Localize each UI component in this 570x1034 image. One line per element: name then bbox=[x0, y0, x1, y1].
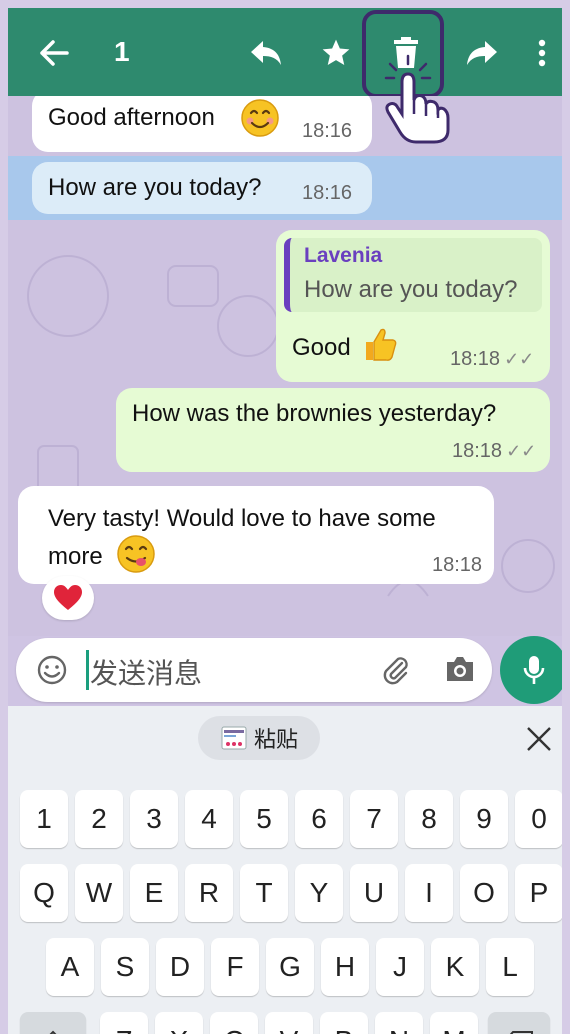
message-text: How was the brownies yesterday? bbox=[132, 400, 497, 427]
star-icon[interactable] bbox=[316, 32, 356, 74]
message-text: Good bbox=[292, 334, 351, 361]
key-7[interactable]: 7 bbox=[350, 790, 398, 848]
key-4[interactable]: 4 bbox=[185, 790, 233, 848]
key-p[interactable]: P bbox=[515, 864, 562, 922]
selected-count: 1 bbox=[114, 36, 130, 67]
key-d[interactable]: D bbox=[156, 938, 204, 996]
time-value: 18:18 bbox=[450, 348, 501, 370]
key-u[interactable]: U bbox=[350, 864, 398, 922]
message-time: 18:18 ✓✓ bbox=[450, 348, 534, 371]
voice-record-button[interactable] bbox=[500, 636, 562, 704]
key-a[interactable]: A bbox=[46, 938, 94, 996]
key-1[interactable]: 1 bbox=[20, 790, 68, 848]
smiling-face-emoji-icon bbox=[240, 98, 280, 145]
soft-keyboard: 粘贴 1234567890 QWERTYUIOP ASDFGHJKL ZXCVBNM bbox=[8, 706, 562, 1034]
key-3[interactable]: 3 bbox=[130, 790, 178, 848]
selection-action-bar: 1 bbox=[8, 8, 562, 96]
message-time: 18:18 ✓✓ bbox=[452, 440, 536, 463]
key-9[interactable]: 9 bbox=[460, 790, 508, 848]
paste-button[interactable]: 粘贴 bbox=[198, 716, 320, 760]
message-bubble-incoming[interactable]: Good afternoon 18:16 bbox=[32, 96, 372, 152]
close-keyboard-toolbar-icon[interactable] bbox=[524, 724, 554, 754]
shift-key[interactable] bbox=[20, 1012, 86, 1034]
message-bubble-incoming[interactable]: Very tasty! Would love to have some more… bbox=[18, 486, 494, 584]
quoted-author: Lavenia bbox=[304, 244, 383, 267]
message-text: Good afternoon bbox=[48, 104, 215, 131]
message-time: 18:18 bbox=[432, 554, 483, 576]
key-0[interactable]: 0 bbox=[515, 790, 562, 848]
key-w[interactable]: W bbox=[75, 864, 123, 922]
key-5[interactable]: 5 bbox=[240, 790, 288, 848]
key-s[interactable]: S bbox=[101, 938, 149, 996]
key-b[interactable]: B bbox=[320, 1012, 368, 1034]
key-c[interactable]: C bbox=[210, 1012, 258, 1034]
key-y[interactable]: Y bbox=[295, 864, 343, 922]
key-z[interactable]: Z bbox=[100, 1012, 148, 1034]
clipboard-icon bbox=[221, 726, 247, 750]
message-text: How are you today? bbox=[48, 174, 262, 201]
quoted-text: How are you today? bbox=[304, 276, 518, 303]
camera-icon[interactable] bbox=[444, 654, 476, 689]
key-r[interactable]: R bbox=[185, 864, 233, 922]
key-f[interactable]: F bbox=[211, 938, 259, 996]
message-text: Very tasty! Would love to have some more bbox=[48, 505, 436, 570]
message-bubble-incoming-selected[interactable]: How are you today? 18:16 bbox=[32, 162, 372, 214]
key-o[interactable]: O bbox=[460, 864, 508, 922]
key-k[interactable]: K bbox=[431, 938, 479, 996]
forward-icon[interactable] bbox=[462, 32, 502, 74]
key-t[interactable]: T bbox=[240, 864, 288, 922]
double-check-icon: ✓✓ bbox=[506, 441, 537, 461]
key-6[interactable]: 6 bbox=[295, 790, 343, 848]
key-2[interactable]: 2 bbox=[75, 790, 123, 848]
key-g[interactable]: G bbox=[266, 938, 314, 996]
double-check-icon: ✓✓ bbox=[504, 349, 535, 369]
key-i[interactable]: I bbox=[405, 864, 453, 922]
text-cursor bbox=[86, 650, 89, 690]
message-input[interactable]: 发送消息 bbox=[16, 638, 492, 702]
message-input-placeholder: 发送消息 bbox=[90, 658, 203, 689]
yum-face-emoji-icon bbox=[116, 534, 156, 581]
time-value: 18:18 bbox=[452, 440, 503, 462]
key-8[interactable]: 8 bbox=[405, 790, 453, 848]
emoji-picker-icon[interactable] bbox=[36, 654, 68, 691]
message-bubble-outgoing[interactable]: Lavenia How are you today? Good 18:18 ✓✓ bbox=[276, 230, 550, 382]
key-e[interactable]: E bbox=[130, 864, 178, 922]
reply-icon[interactable] bbox=[246, 32, 286, 74]
key-v[interactable]: V bbox=[265, 1012, 313, 1034]
paste-label: 粘贴 bbox=[253, 727, 298, 752]
key-q[interactable]: Q bbox=[20, 864, 68, 922]
back-arrow-icon[interactable] bbox=[34, 32, 74, 74]
shift-arrow-icon bbox=[49, 1030, 57, 1034]
key-n[interactable]: N bbox=[375, 1012, 423, 1034]
message-time: 18:16 bbox=[302, 120, 353, 142]
red-heart-icon bbox=[54, 585, 82, 610]
attach-icon[interactable] bbox=[380, 654, 412, 691]
message-time: 18:16 bbox=[302, 182, 353, 204]
message-bubble-outgoing[interactable]: How was the brownies yesterday? 18:18 ✓✓ bbox=[116, 388, 550, 472]
chat-area: Good afternoon 18:16 How are you today? … bbox=[8, 96, 562, 636]
app-screen: 1 Good afternoon 18:16 How are you today… bbox=[8, 8, 562, 1034]
quoted-message[interactable]: Lavenia How are you today? bbox=[284, 238, 542, 312]
key-m[interactable]: M bbox=[430, 1012, 478, 1034]
key-x[interactable]: X bbox=[155, 1012, 203, 1034]
microphone-icon bbox=[523, 656, 545, 684]
backspace-key[interactable] bbox=[488, 1012, 550, 1034]
key-j[interactable]: J bbox=[376, 938, 424, 996]
tap-hand-pointer-icon bbox=[384, 54, 450, 144]
key-l[interactable]: L bbox=[486, 938, 534, 996]
key-h[interactable]: H bbox=[321, 938, 369, 996]
thumbs-up-emoji-icon bbox=[362, 326, 398, 371]
more-vert-icon[interactable] bbox=[530, 32, 554, 74]
backspace-icon bbox=[509, 1031, 533, 1034]
reaction-badge[interactable] bbox=[42, 576, 94, 620]
